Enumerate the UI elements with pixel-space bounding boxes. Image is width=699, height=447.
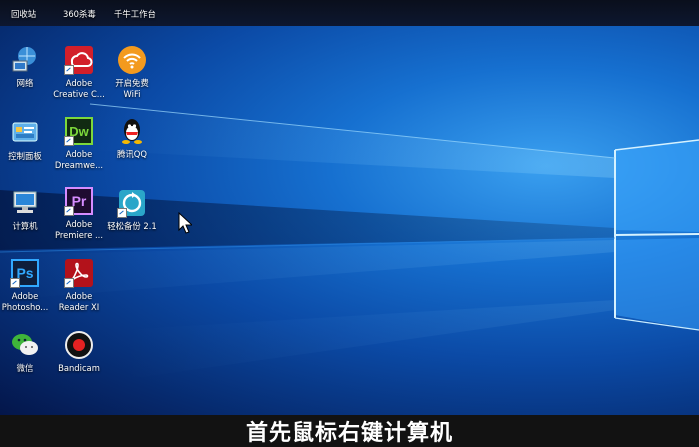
desktop-icon-dreamweaver[interactable]: Dw Adobe Dreamwe...	[52, 116, 106, 171]
subtitle-bar: 首先鼠标右键计算机	[0, 415, 699, 447]
photoshop-icon: Ps	[10, 258, 40, 288]
top-icon-row	[0, 0, 699, 26]
desktop-icon-premiere[interactable]: Pr Adobe Premiere ...	[52, 186, 106, 241]
antivirus-360-label[interactable]: 360杀毒	[63, 8, 96, 20]
desktop-icon-wifi[interactable]: 开启免费 WiFi	[105, 45, 159, 100]
qianniu-label[interactable]: 千牛工作台	[114, 8, 156, 20]
desktop-icon-bandicam[interactable]: Bandicam	[52, 330, 106, 374]
shortcut-arrow-icon	[64, 206, 74, 216]
desktop-icon-computer[interactable]: 计算机	[0, 188, 52, 232]
qq-icon	[117, 116, 147, 146]
premiere-icon: Pr	[64, 186, 94, 216]
bandicam-icon	[64, 330, 94, 360]
shortcut-arrow-icon	[64, 136, 74, 146]
adobe-cc-icon	[64, 45, 94, 75]
recycle-bin-label[interactable]: 回收站	[11, 8, 36, 20]
desktop-icon-adobe-cc[interactable]: Adobe Creative C...	[52, 45, 106, 100]
acrobat-icon	[64, 258, 94, 288]
control-panel-icon	[10, 118, 40, 148]
desktop-icon-backup[interactable]: 轻松备份 2.1	[105, 188, 159, 232]
shortcut-arrow-icon	[117, 208, 127, 218]
shortcut-arrow-icon	[64, 65, 74, 75]
mouse-cursor-icon	[178, 212, 192, 234]
desktop-icon-acrobat[interactable]: Adobe Reader XI	[52, 258, 106, 313]
desktop-icon-wechat[interactable]: 微信	[0, 330, 52, 374]
shortcut-arrow-icon	[10, 278, 20, 288]
subtitle-text: 首先鼠标右键计算机	[245, 421, 453, 446]
wechat-icon	[10, 330, 40, 360]
desktop-icon-network[interactable]: 网络	[0, 45, 52, 89]
backup-icon	[117, 188, 147, 218]
desktop-icon-control-panel[interactable]: 控制面板	[0, 118, 52, 162]
computer-icon	[10, 188, 40, 218]
desktop-icon-qq[interactable]: 腾讯QQ	[105, 116, 159, 160]
desktop-icon-photoshop[interactable]: Ps Adobe Photosho...	[0, 258, 52, 313]
wifi-icon	[117, 45, 147, 75]
network-icon	[10, 45, 40, 75]
desktop[interactable]: 回收站 360杀毒 千牛工作台 网络 控制面板 计算机 Ps Adobe Pho…	[0, 0, 699, 415]
dreamweaver-icon: Dw	[64, 116, 94, 146]
shortcut-arrow-icon	[64, 278, 74, 288]
